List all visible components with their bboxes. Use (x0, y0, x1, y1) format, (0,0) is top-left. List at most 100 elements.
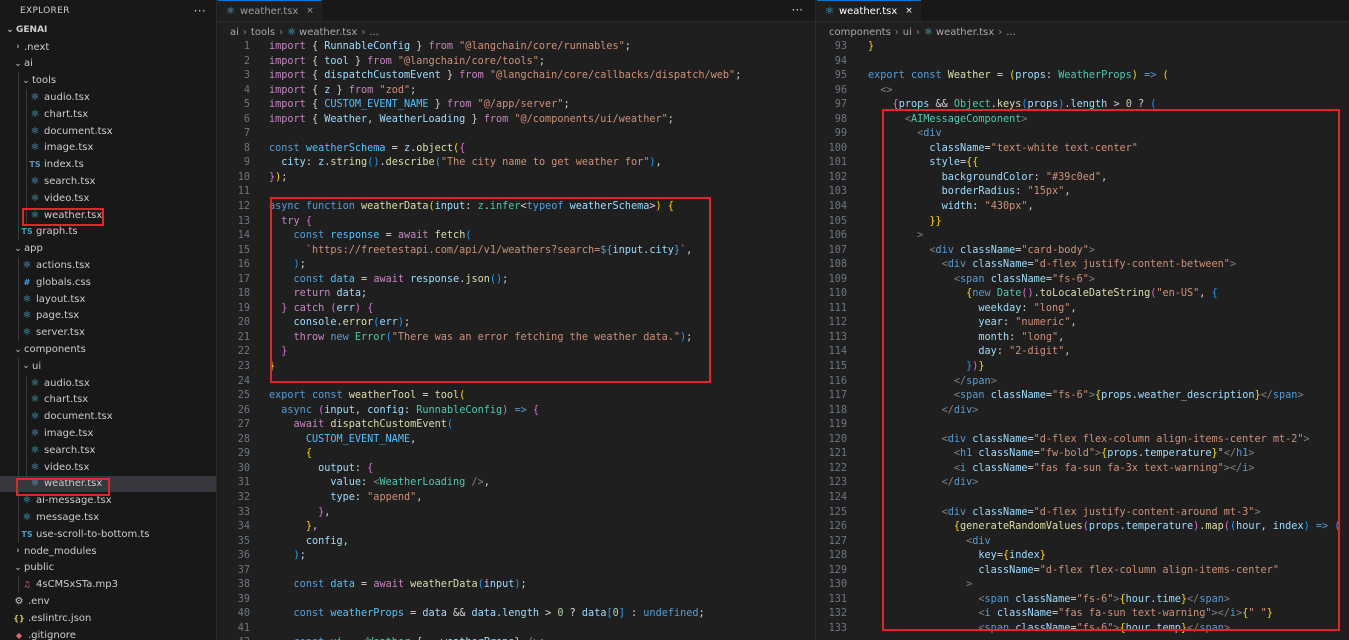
file-item[interactable]: ⚛ chart.tsx (0, 105, 216, 123)
code-area-right[interactable]: 93} 94 95 export const Weather = (props: We… (817, 40, 1349, 636)
chevron-down-icon[interactable]: ⌄ (12, 59, 24, 69)
indent-guide (18, 223, 19, 241)
line-number: 121 (828, 448, 847, 460)
code-line: 5 import { CUSTOM_EVENT_NAME } from "@/ap… (218, 98, 815, 113)
file-item[interactable]: ⚛ search.tsx (0, 173, 216, 190)
code-text: import { z } from "zod"; (269, 84, 417, 96)
chevron-right-icon[interactable]: › (12, 546, 24, 556)
indent-guide (26, 475, 27, 493)
file-item[interactable]: ⚛ message.tsx (0, 509, 216, 526)
chevron-down-icon[interactable]: ⌄ (12, 345, 24, 355)
file-item[interactable]: ⚙ .env (0, 593, 216, 610)
folder-item[interactable]: ⌄ ai (0, 56, 216, 73)
chevron-down-icon[interactable]: ⌄ (20, 361, 32, 371)
file-item[interactable]: TS use-scroll-to-bottom.ts (0, 525, 216, 543)
indent-guide (26, 156, 27, 174)
code-text: const data = await weatherData(input); (293, 579, 527, 591)
code-text: const weatherSchema = z.object({ (269, 142, 466, 154)
code-text: <div (966, 535, 991, 547)
chevron-down-icon[interactable]: ⌄ (12, 563, 24, 573)
tab-weather-tsx-right[interactable]: ⚛ weather.tsx × (817, 0, 921, 21)
file-item[interactable]: ⚛ ai-message.tsx (0, 492, 216, 510)
breadcrumb-item[interactable]: weather.tsx (299, 27, 357, 38)
file-item[interactable]: ⚛ server.tsx (0, 324, 216, 342)
line-number: 94 (834, 55, 847, 67)
tree-item-label: image.tsx (44, 142, 94, 154)
file-item[interactable]: ⚛ weather.tsx (0, 206, 216, 224)
chevron-down-icon[interactable]: ⌄ (20, 76, 32, 86)
close-icon[interactable]: × (905, 6, 913, 16)
code-line: 19 } catch (err) { (218, 302, 815, 317)
breadcrumb-item[interactable]: ai (230, 27, 239, 38)
breadcrumb-item[interactable]: ... (1006, 27, 1016, 38)
indent-guide (26, 189, 27, 207)
indent-guide (26, 374, 27, 392)
line-number: 36 (237, 550, 250, 562)
folder-item[interactable]: ⌄ ui (0, 357, 216, 375)
breadcrumb-item[interactable]: ui (903, 27, 912, 38)
code-line: 38 const data = await weatherData(input)… (218, 578, 815, 593)
folder-item[interactable]: › .next (0, 39, 216, 56)
file-item[interactable]: ⚛ document.tsx (0, 408, 216, 426)
code-text: }} (929, 215, 942, 227)
breadcrumb-item[interactable]: ... (369, 27, 379, 38)
tab-weather-tsx-left[interactable]: ⚛ weather.tsx × (218, 0, 322, 21)
chevron-right-icon: › (242, 27, 247, 38)
file-item[interactable]: ◆ .gitignore (0, 627, 216, 640)
code-line: 3 import { dispatchCustomEvent } from "@l… (218, 69, 815, 84)
file-item[interactable]: ⚛ video.tsx (0, 458, 216, 476)
line-number: 95 (834, 70, 847, 82)
code-text: import { dispatchCustomEvent } from "@la… (269, 70, 742, 82)
file-item[interactable]: ⚛ audio.tsx (0, 89, 216, 106)
indent-guide (18, 374, 19, 392)
folder-item[interactable]: ⌄ tools (0, 72, 216, 90)
folder-item[interactable]: ⌄ components (0, 341, 216, 358)
breadcrumb-item[interactable]: tools (251, 27, 275, 38)
react-file-icon: ⚛ (30, 478, 40, 490)
line-number: 115 (828, 361, 847, 373)
file-item[interactable]: {} .eslintrc.json (0, 610, 216, 627)
file-item[interactable]: ⚛ image.tsx (0, 425, 216, 442)
file-item[interactable]: ⚛ document.tsx (0, 122, 216, 140)
breadcrumb-item[interactable]: weather.tsx (936, 27, 994, 38)
file-item[interactable]: ⚛ weather.tsx (0, 475, 216, 493)
explorer-more-icon[interactable]: ··· (194, 4, 206, 18)
chevron-right-icon[interactable]: › (12, 42, 24, 52)
code-line: 12 async function weatherData(input: z.in… (218, 200, 815, 215)
file-item[interactable]: ⚛ video.tsx (0, 189, 216, 207)
file-item[interactable]: ⚛ actions.tsx (0, 257, 216, 274)
line-number: 96 (834, 84, 847, 96)
line-number: 122 (828, 462, 847, 474)
line-number: 38 (237, 579, 250, 591)
code-line: 131 <span className="fs-6">{hour.time}</… (817, 593, 1349, 608)
folder-item[interactable]: ⌄ GENAI (0, 22, 216, 39)
close-icon[interactable]: × (306, 6, 314, 16)
file-item[interactable]: # globals.css (0, 273, 216, 291)
line-number: 101 (828, 157, 847, 169)
folder-item[interactable]: › node_modules (0, 543, 216, 560)
file-item[interactable]: ⚛ layout.tsx (0, 290, 216, 308)
file-item[interactable]: TS graph.ts (0, 223, 216, 241)
file-item[interactable]: ⚛ audio.tsx (0, 374, 216, 392)
folder-item[interactable]: ⌄ public (0, 560, 216, 577)
file-item[interactable]: ⚛ page.tsx (0, 307, 216, 325)
tree-item-label: image.tsx (44, 428, 94, 440)
code-text: { (305, 448, 312, 460)
code-text: output: { (318, 462, 374, 474)
code-area-left[interactable]: 1 import { RunnableConfig } from "@langch… (218, 40, 815, 640)
file-item[interactable]: ⚛ image.tsx (0, 139, 216, 157)
code-line: 130 > (817, 578, 1349, 593)
line-number: 32 (237, 491, 250, 503)
react-file-icon: ⚛ (30, 461, 40, 473)
file-item[interactable]: ♫ 4sCMSxSTa.mp3 (0, 576, 216, 594)
breadcrumb-item[interactable]: components (829, 27, 891, 38)
folder-item[interactable]: ⌄ app (0, 240, 216, 257)
file-item[interactable]: ⚛ chart.tsx (0, 391, 216, 409)
chevron-down-icon[interactable]: ⌄ (12, 244, 24, 254)
code-text: import { RunnableConfig } from "@langcha… (269, 41, 631, 52)
editor-more-icon[interactable]: ··· (792, 3, 803, 17)
code-line: 32 type: "append", (218, 491, 815, 506)
file-item[interactable]: TS index.ts (0, 156, 216, 174)
chevron-down-icon[interactable]: ⌄ (4, 25, 16, 35)
file-item[interactable]: ⚛ search.tsx (0, 441, 216, 459)
